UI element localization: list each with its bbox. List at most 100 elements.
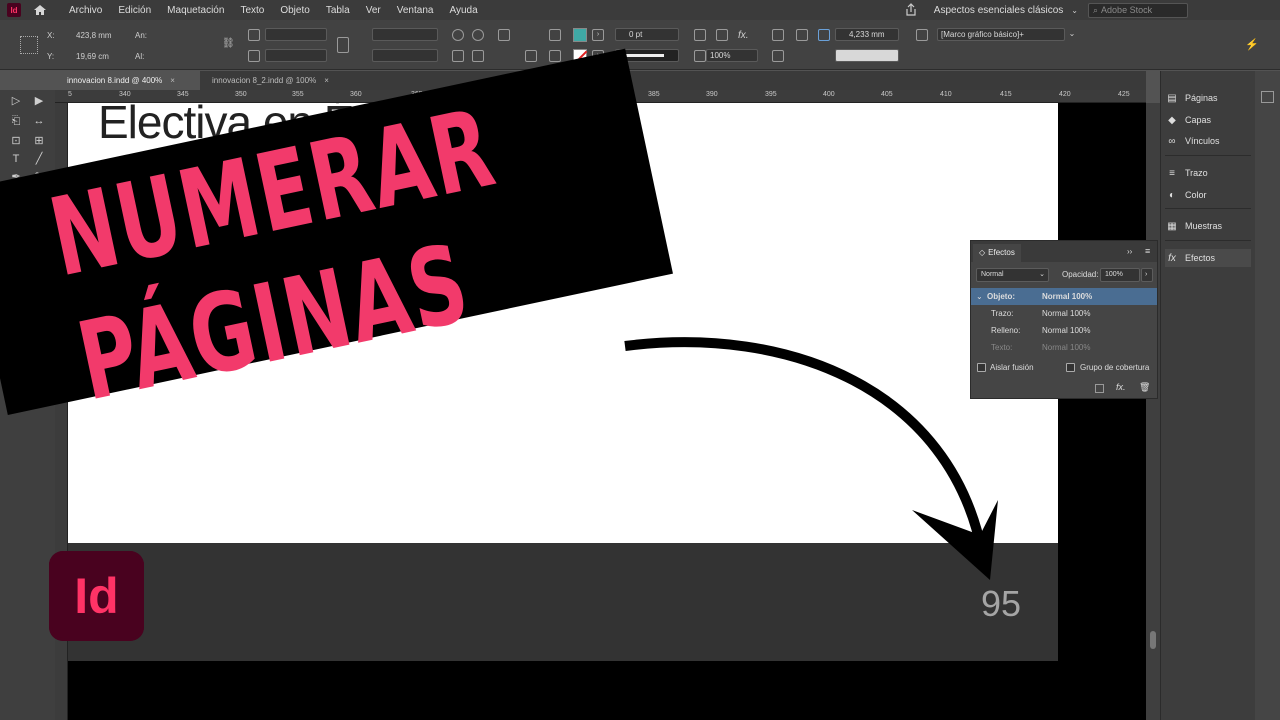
adobe-stock-search[interactable]: ⌕ Adobe Stock [1088,2,1188,18]
select-content-icon[interactable] [525,50,537,62]
knockout-group-checkbox[interactable] [1066,363,1075,372]
panel-menu-icon[interactable]: ≡ [1145,246,1150,256]
color-bar-field[interactable] [835,49,899,62]
object-style-chevron-icon[interactable]: ⌄ [1066,29,1078,41]
menu-objeto[interactable]: Objeto [280,5,309,16]
select-container-icon[interactable] [498,29,510,41]
menu-ayuda[interactable]: Ayuda [449,5,477,16]
dock-label: Capas [1185,115,1212,125]
text-wrap-icon[interactable] [796,29,808,41]
shear-field[interactable] [265,49,327,62]
search-icon: ⌕ [1093,4,1099,15]
menu-edicion[interactable]: Edición [118,5,151,16]
opacity-field[interactable]: 100% [1100,268,1140,282]
frame-fitting-icon[interactable] [694,29,706,41]
menu-tabla[interactable]: Tabla [326,5,350,16]
x-field[interactable]: 423,8 mm [76,31,112,40]
object-style-select[interactable]: [Marco gráfico básico]+ [937,28,1065,41]
effects-panel: ◇ Efectos ›› ≡ Normal ⌄ Opacidad: 100% › ⌄… [970,240,1158,399]
effects-row-relleno[interactable]: Relleno: Normal 100% [971,322,1157,339]
opacity-slider-button[interactable]: › [1141,268,1153,282]
direct-selection-tool-icon[interactable]: ▶ [32,94,46,108]
close-icon[interactable]: × [170,76,175,85]
y-field[interactable]: 19,69 cm [76,52,109,61]
align-top-icon[interactable] [772,29,784,41]
lightning-icon[interactable]: ⚡ [1245,38,1259,51]
ruler-label: 385 [648,91,660,98]
content-collector-icon[interactable]: ⊡ [9,134,23,148]
shear-angle-field[interactable] [372,49,438,62]
select-previous-icon[interactable] [549,29,561,41]
page-tool-icon[interactable]: ⎗ [9,114,23,128]
type-tool-icon[interactable]: T [9,152,23,166]
align-center-icon[interactable] [772,50,784,62]
rotation-angle-field[interactable] [372,28,438,41]
dock-item-paginas[interactable]: ▤ Páginas [1165,89,1251,107]
menu-archivo[interactable]: Archivo [69,5,102,16]
collapse-panel-icon[interactable]: ›› [1127,247,1132,256]
fill-menu-icon[interactable]: › [592,29,604,41]
share-icon[interactable] [904,3,918,17]
blend-mode-select[interactable]: Normal ⌄ [976,268,1049,282]
trash-icon[interactable]: 🗑 [1139,382,1150,393]
vertical-scrollbar[interactable] [1146,103,1160,720]
dock-item-vinculos[interactable]: ∞ Vínculos [1165,132,1251,150]
flip-vertical-icon[interactable] [472,50,484,62]
rotate-icon[interactable] [248,29,260,41]
rotate-field[interactable] [265,28,327,41]
fx-icon[interactable]: fx. [1116,382,1126,392]
fill-swatch[interactable] [573,28,587,42]
home-icon[interactable] [33,4,47,16]
effects-row-trazo[interactable]: Trazo: Normal 100% [971,305,1157,322]
dock-item-trazo[interactable]: ≡ Trazo [1165,164,1251,182]
menu-texto[interactable]: Texto [240,5,264,16]
row-label: Relleno: [991,326,1021,335]
chevron-down-icon[interactable]: ⌄ [1071,6,1078,15]
dock-item-muestras[interactable]: ▦ Muestras [1165,217,1251,235]
constrain-proportions-icon[interactable]: ⛓ [222,38,235,50]
expand-icon: ◇ [979,248,986,257]
menu-ventana[interactable]: Ventana [397,5,434,16]
dock-item-color[interactable]: ◐ Color [1165,186,1251,204]
rotate-ccw-icon[interactable] [472,29,484,41]
indesign-logo: Id [49,551,144,641]
menu-ver[interactable]: Ver [366,5,381,16]
scale-field[interactable]: 100% [706,49,758,62]
select-next-icon[interactable] [549,50,561,62]
effects-row-objeto[interactable]: ⌄ Objeto: Normal 100% [971,288,1157,305]
panel-icon[interactable] [1261,91,1274,103]
fx-icon[interactable]: fx. [738,30,749,41]
line-tool-icon[interactable]: ╱ [32,152,46,166]
scrollbar-thumb[interactable] [1150,631,1156,649]
arrow-graphic [624,337,998,580]
ruler-label: 350 [235,91,247,98]
app-logo: Id [7,3,21,17]
gap-tool-icon[interactable]: ↔ [32,114,46,128]
dock-item-efectos[interactable]: fx Efectos [1165,249,1251,267]
frame-options-icon[interactable] [818,29,830,41]
effects-row-texto[interactable]: Texto: Normal 100% [971,339,1157,356]
stroke-weight-field[interactable]: 0 pt [615,28,679,41]
clear-effects-icon[interactable] [1095,384,1104,393]
dock-label: Vínculos [1185,136,1220,146]
stroke-icon: ≡ [1169,167,1175,179]
isolate-blending-checkbox[interactable] [977,363,986,372]
object-style-icon[interactable] [916,29,928,41]
reference-point-icon[interactable] [20,36,38,54]
workspace-switcher[interactable]: Aspectos esenciales clásicos [934,5,1064,16]
fit-proportional-icon[interactable] [716,29,728,41]
rotate-cw-icon[interactable] [452,29,464,41]
close-icon[interactable]: × [324,76,329,85]
effects-tab[interactable]: ◇ Efectos [973,244,1021,262]
opacity-icon[interactable] [694,50,706,62]
tab-innovacion-8-2[interactable]: innovacion 8_2.indd @ 100% × [200,71,350,90]
shear-icon[interactable] [248,50,260,62]
tab-innovacion-8[interactable]: innovacion 8.indd @ 400% × [55,71,200,90]
content-placer-icon[interactable]: ⊞ [32,134,46,148]
flip-icon[interactable] [337,37,349,53]
dock-item-capas[interactable]: ◆ Capas [1165,111,1251,129]
selection-tool-icon[interactable]: ▷ [9,94,23,108]
dimension-field[interactable]: 4,233 mm [835,28,899,41]
flip-horizontal-icon[interactable] [452,50,464,62]
menu-maquetacion[interactable]: Maquetación [167,5,224,16]
